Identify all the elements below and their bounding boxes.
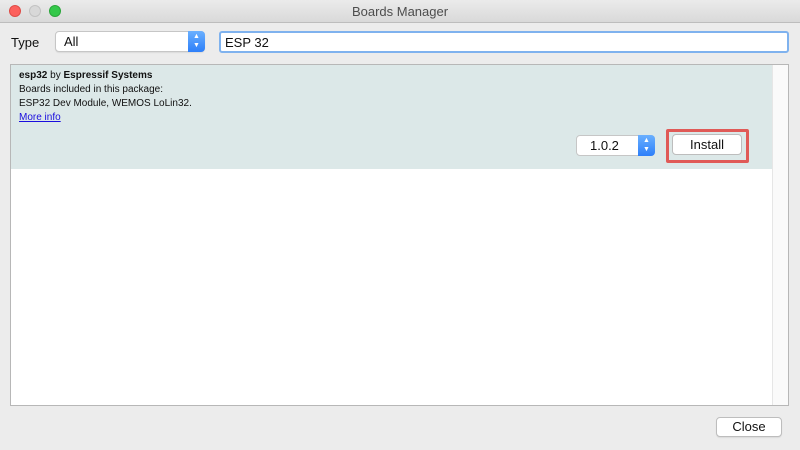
title-bar: Boards Manager — [0, 0, 800, 23]
more-info-link[interactable]: More info — [19, 112, 61, 123]
type-dropdown[interactable]: All ▲ ▼ — [55, 31, 205, 52]
type-dropdown-stepper-icon[interactable]: ▲ ▼ — [188, 31, 205, 52]
list-item-esp32[interactable]: esp32 by Espressif Systems Boards includ… — [11, 65, 773, 169]
install-button[interactable]: Install — [672, 134, 742, 155]
board-list[interactable]: esp32 by Espressif Systems Boards includ… — [10, 64, 789, 406]
board-author: Espressif Systems — [63, 70, 153, 81]
boards-included-list: ESP32 Dev Module, WEMOS LoLin32. — [19, 98, 192, 109]
window-title: Boards Manager — [351, 4, 449, 19]
board-title-line: esp32 by Espressif Systems — [19, 70, 152, 81]
close-button[interactable]: Close — [716, 417, 782, 437]
type-label: Type — [11, 35, 40, 50]
chevron-down-icon: ▼ — [643, 146, 650, 153]
board-by-label: by — [50, 70, 61, 81]
chevron-up-icon: ▲ — [643, 137, 650, 144]
more-info-line: More info — [19, 112, 61, 123]
board-name: esp32 — [19, 70, 48, 81]
version-dropdown-stepper-icon[interactable]: ▲ ▼ — [638, 135, 655, 156]
chevron-down-icon: ▼ — [193, 42, 200, 49]
boards-included-heading: Boards included in this package: — [19, 84, 163, 95]
search-input[interactable] — [219, 31, 789, 53]
chevron-up-icon: ▲ — [193, 33, 200, 40]
type-dropdown-value: All — [64, 34, 79, 49]
version-dropdown-value: 1.0.2 — [590, 138, 619, 153]
list-scrollbar[interactable] — [772, 65, 788, 405]
version-dropdown[interactable]: 1.0.2 ▲ ▼ — [576, 135, 655, 156]
